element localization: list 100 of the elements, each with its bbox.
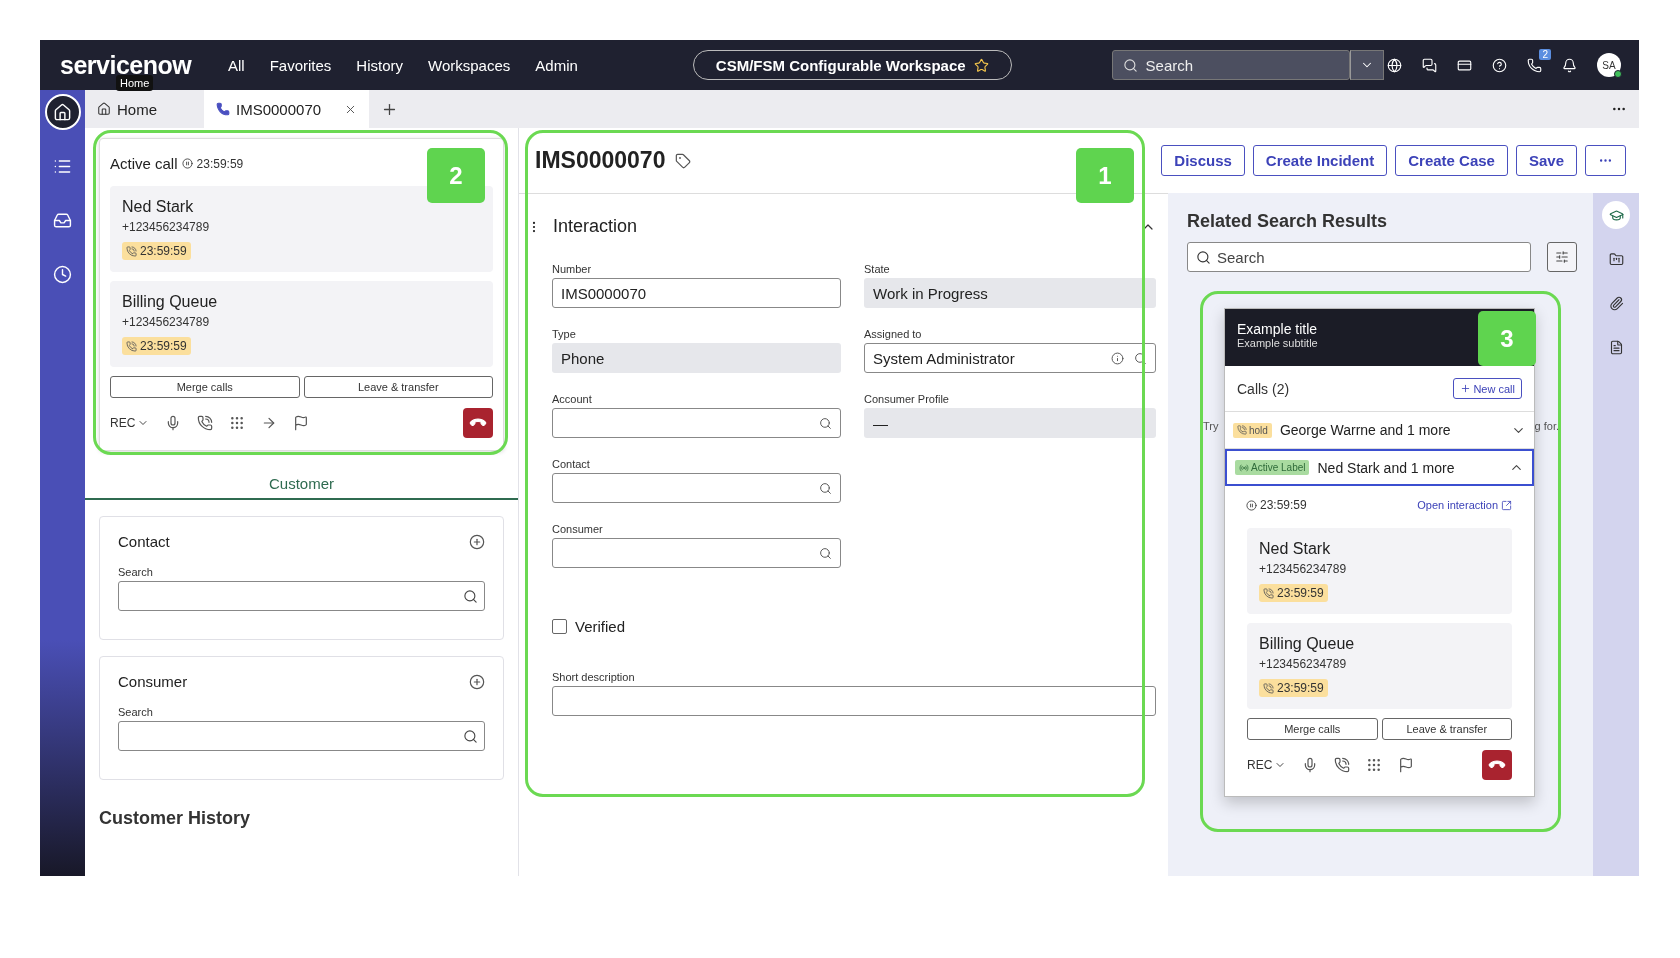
add-icon[interactable] xyxy=(469,533,485,550)
panel-title: Active call xyxy=(110,155,178,172)
workspace-tab[interactable]: Home xyxy=(85,90,169,128)
search-field[interactable]: Search xyxy=(1187,242,1531,272)
add-icon[interactable] xyxy=(469,673,485,690)
caller-phone: +123456234789 xyxy=(122,220,210,234)
tag-icon[interactable] xyxy=(675,152,692,169)
tooltip: Home xyxy=(116,74,154,91)
call-action-button[interactable]: Merge calls xyxy=(110,376,300,398)
field-label: State xyxy=(864,263,891,275)
search-field[interactable] xyxy=(118,581,485,611)
notifications-icon[interactable] xyxy=(1562,57,1577,73)
call-timer: 23:59:59 xyxy=(196,156,244,171)
star-icon xyxy=(973,57,989,73)
lookup-field[interactable] xyxy=(552,408,841,438)
call-action-button[interactable]: Merge calls xyxy=(1247,718,1378,740)
card-icon[interactable] xyxy=(1457,57,1472,73)
nav-link[interactable]: Workspaces xyxy=(428,56,511,74)
flag-icon[interactable] xyxy=(293,415,310,431)
hang-up-button[interactable] xyxy=(1482,750,1512,780)
user-avatar[interactable]: SA xyxy=(1597,53,1621,77)
field-label: Type xyxy=(552,328,577,340)
checkbox-label: Verified xyxy=(575,618,626,635)
readonly-field: Work in Progress xyxy=(864,278,1156,308)
record-title: IMS0000070 xyxy=(535,147,666,174)
call-group-row[interactable]: Active Label Ned Stark and 1 more xyxy=(1225,449,1534,486)
action-button[interactable]: Save xyxy=(1515,145,1577,176)
phone-icon[interactable] xyxy=(1527,57,1542,73)
action-button[interactable]: Discuss xyxy=(1161,145,1245,176)
hang-up-button[interactable] xyxy=(463,408,493,438)
call-duration: 23:59:59 xyxy=(1259,584,1328,602)
nav-rail-button[interactable] xyxy=(44,94,81,130)
calls-heading: Calls (2) xyxy=(1237,380,1290,397)
lookup-field[interactable] xyxy=(552,473,841,503)
call-duration: 23:59:59 xyxy=(122,337,191,355)
field-label: Consumer Profile xyxy=(864,393,950,405)
home-icon xyxy=(97,102,111,116)
checkbox[interactable] xyxy=(552,619,567,634)
workspace-tab[interactable]: IMS0000070 xyxy=(204,90,369,128)
phone-icon xyxy=(126,245,137,257)
section-heading: Customer History xyxy=(99,808,252,829)
record-button[interactable]: REC xyxy=(110,416,150,430)
nav-link[interactable]: All xyxy=(228,56,245,74)
search-field[interactable]: Search xyxy=(1111,50,1350,80)
reference-field[interactable]: System Administrator xyxy=(864,343,1156,373)
lookup-field[interactable] xyxy=(552,538,841,568)
phone-hold-icon[interactable] xyxy=(197,415,214,431)
globe-icon[interactable] xyxy=(1387,57,1402,73)
folder-icon xyxy=(1608,251,1624,267)
signal-icon xyxy=(1239,462,1249,473)
home-icon xyxy=(53,102,72,122)
search-icon[interactable] xyxy=(819,416,832,430)
action-button[interactable]: Create Case xyxy=(1395,145,1508,176)
search-field[interactable] xyxy=(118,721,485,751)
chat-icon[interactable] xyxy=(1422,57,1437,73)
external-link-icon xyxy=(1501,499,1512,511)
plus-icon xyxy=(1460,383,1472,394)
field-label: Short description xyxy=(552,671,636,683)
field-label: Contact xyxy=(552,458,591,470)
hint-text: g for. xyxy=(1534,420,1559,432)
panel-title: Related Search Results xyxy=(1187,211,1389,232)
flag-icon[interactable] xyxy=(1398,757,1415,773)
field-label: Search xyxy=(118,706,154,718)
new-call-button[interactable]: New call xyxy=(1453,378,1522,399)
call-action-button[interactable]: Leave & transfer xyxy=(1381,718,1512,740)
annotation-badge: 3 xyxy=(1478,311,1536,366)
text-field[interactable]: IMS0000070 xyxy=(552,278,841,308)
nav-link[interactable]: Favorites xyxy=(269,56,332,74)
caller-name: Ned Stark xyxy=(122,198,194,216)
search-icon xyxy=(463,728,478,744)
phone-icon xyxy=(1237,425,1247,435)
annotation-badge: 2 xyxy=(427,148,485,203)
section-title: Consumer xyxy=(118,673,188,690)
phone-hold-icon[interactable] xyxy=(1334,757,1351,773)
customer-tab[interactable]: Customer xyxy=(259,469,344,498)
open-interaction-link[interactable]: Open interaction xyxy=(1417,499,1512,511)
call-group-row[interactable]: hold George Warrne and 1 more xyxy=(1225,412,1534,449)
pause-icon xyxy=(181,158,193,169)
text-field[interactable] xyxy=(552,686,1156,716)
more-actions-button[interactable] xyxy=(1585,145,1626,176)
keypad-icon[interactable] xyxy=(1366,757,1383,773)
search-icon[interactable] xyxy=(819,546,832,560)
search-icon[interactable] xyxy=(819,481,832,495)
call-action-button[interactable]: Leave & transfer xyxy=(303,376,493,398)
side-rail-button[interactable] xyxy=(1602,201,1630,229)
call-duration: 23:59:59 xyxy=(1259,679,1328,697)
record-button[interactable]: REC xyxy=(1247,758,1287,772)
pause-icon xyxy=(1246,499,1257,511)
call-timer: 23:59:59 xyxy=(1260,498,1307,512)
keypad-icon[interactable] xyxy=(229,415,246,431)
phone-icon xyxy=(216,102,230,116)
action-button[interactable]: Create Incident xyxy=(1252,145,1388,176)
nav-link[interactable]: Admin xyxy=(535,56,578,74)
nav-link[interactable]: History xyxy=(356,56,404,74)
caller-name: Ned Stark xyxy=(1259,540,1331,558)
caller-phone: +123456234789 xyxy=(1259,562,1347,576)
filter-button[interactable] xyxy=(1547,242,1577,272)
help-icon[interactable] xyxy=(1492,57,1507,73)
caller-name: Billing Queue xyxy=(1259,635,1355,653)
call-duration: 23:59:59 xyxy=(122,242,191,260)
